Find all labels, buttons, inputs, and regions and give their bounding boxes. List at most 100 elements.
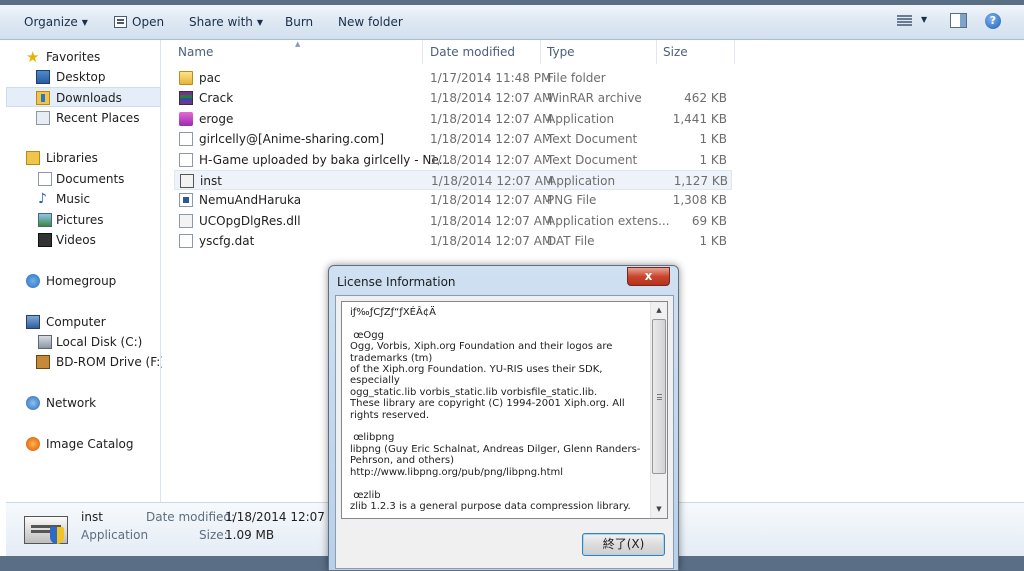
file-row-hovered[interactable]: inst 1/18/2014 12:07 AM Application 1,12… [174,170,732,190]
documents-icon [38,172,52,186]
file-date: 1/18/2014 12:07 AM [430,91,553,105]
organize-button[interactable]: Organize ▼ [24,13,88,31]
nav-downloads[interactable]: Downloads [6,87,161,107]
nav-desktop[interactable]: Desktop [6,67,161,87]
command-bar: Organize ▼ Open Share with ▼ Burn New fold… [0,0,1024,40]
homegroup-icon [26,274,40,288]
view-options-chevron-icon[interactable]: ▼ [921,15,927,24]
file-row[interactable]: pac 1/17/2014 11:48 PM File folder [174,68,732,88]
nav-image-catalog[interactable]: Image Catalog [6,434,161,454]
column-header-date-modified[interactable]: Date modified [430,42,515,62]
open-button[interactable]: Open [114,13,164,31]
nav-documents[interactable]: Documents [6,169,161,189]
image-catalog-icon [26,437,40,451]
file-type: Application [547,112,615,126]
burn-button[interactable]: Burn [285,13,313,31]
column-header-name[interactable]: Name [178,42,213,62]
column-header-size[interactable]: Size [663,42,688,62]
file-row[interactable]: Crack 1/18/2014 12:07 AM WinRAR archive … [174,88,732,108]
nav-network[interactable]: Network [6,393,161,413]
burn-label: Burn [285,15,314,29]
nav-bd-rom-drive[interactable]: BD-ROM Drive (F:) B [6,352,177,372]
nav-computer[interactable]: Computer [6,312,161,332]
application-icon [179,112,193,126]
scrollbar-thumb[interactable] [652,319,666,474]
nav-videos[interactable]: Videos [6,230,161,250]
file-date: 1/17/2014 11:48 PM [430,71,552,85]
nav-pictures[interactable]: Pictures [6,210,161,230]
nav-label: Videos [56,233,96,247]
nav-favorites[interactable]: ★ Favorites [6,47,161,67]
file-type: Text Document [547,132,638,146]
license-text: iƒ‰ƒCƒZƒ“ƒXÉÂ¢Ä œOgg Ogg, Vorbis, Xiph.o… [350,307,641,512]
bd-rom-drive-icon [36,355,50,369]
open-icon [114,16,127,28]
file-size: 1 KB [699,153,727,167]
chevron-down-icon: ▼ [256,18,264,27]
window-frame-top [0,0,1024,5]
folder-icon [179,71,193,85]
file-name: girlcelly@[Anime-sharing.com] [199,132,385,146]
details-date-label: Date modified: [146,510,236,524]
file-size: 1,441 KB [672,112,727,126]
nav-music[interactable]: ♪ Music [6,189,161,209]
license-textbox[interactable]: iƒ‰ƒCƒZƒ“ƒXÉÂ¢Ä œOgg Ogg, Vorbis, Xiph.o… [341,301,668,519]
nav-local-disk[interactable]: Local Disk (C:) [6,332,161,352]
change-view-icon[interactable] [897,15,912,27]
close-button[interactable]: x [627,267,670,286]
file-row[interactable]: eroge 1/18/2014 12:07 AM Application 1,4… [174,109,732,129]
file-row[interactable]: yscfg.dat 1/18/2014 12:07 AM DAT File 1 … [174,231,732,251]
dll-file-icon [179,214,193,228]
nav-label: Desktop [56,70,106,84]
nav-label: Music [56,192,91,206]
winrar-archive-icon [179,91,193,105]
file-type: Application [548,174,616,188]
nav-label: Documents [56,172,125,186]
file-date: 1/18/2014 12:07 AM [430,112,553,126]
dialog-body: iƒ‰ƒCƒZƒ“ƒXÉÂ¢Ä œOgg Ogg, Vorbis, Xiph.o… [335,295,674,569]
hard-disk-icon [38,335,52,349]
file-date: 1/18/2014 12:07 AM [430,132,553,146]
organize-label: Organize [24,15,78,29]
column-divider[interactable] [734,40,735,64]
file-date: 1/18/2014 12:07 AM [430,193,553,207]
details-file-name: inst [81,510,103,524]
scroll-down-arrow-icon[interactable]: ▼ [651,501,667,518]
sort-ascending-icon: ▲ [295,40,301,48]
details-size-label: Size: [199,528,228,542]
file-type: Application extens... [547,214,670,228]
column-divider[interactable] [656,40,657,64]
close-icon: x [644,269,653,283]
file-size: 1 KB [699,234,727,248]
column-header-type[interactable]: Type [547,42,575,62]
nav-recent-places[interactable]: Recent Places [6,108,161,128]
file-row[interactable]: UCOpgDlgRes.dll 1/18/2014 12:07 AM Appli… [174,211,732,231]
details-size-value: 1.09 MB [225,528,275,542]
license-dialog: License Information x iƒ‰ƒCƒZƒ“ƒXÉÂ¢Ä œO… [328,265,679,571]
file-name: pac [199,71,221,85]
column-divider[interactable] [422,40,423,64]
scroll-up-arrow-icon[interactable]: ▲ [651,302,667,319]
file-row[interactable]: H-Game uploaded by baka girlcelly - Ne..… [174,150,732,170]
column-divider[interactable] [540,40,541,64]
file-size: 1 KB [699,132,727,146]
nav-label: Local Disk (C:) [56,335,143,349]
vertical-scrollbar[interactable]: ▲ ▼ [650,302,667,518]
file-row[interactable]: NemuAndHaruka 1/18/2014 12:07 AM PNG Fil… [174,190,732,210]
share-with-label: Share with [189,15,253,29]
recent-places-icon [36,111,50,125]
share-with-button[interactable]: Share with ▼ [189,13,263,31]
nav-libraries[interactable]: Libraries [6,148,161,168]
nav-homegroup[interactable]: Homegroup [6,271,161,291]
file-size: 462 KB [684,91,727,105]
new-folder-button[interactable]: New folder [338,13,403,31]
nav-label: Downloads [56,91,122,105]
exit-button[interactable]: 終了(X) [582,533,665,556]
preview-pane-icon[interactable] [950,13,967,28]
videos-icon [38,233,52,247]
help-icon[interactable]: ? [985,13,1001,29]
file-name: NemuAndHaruka [199,193,302,207]
file-row[interactable]: girlcelly@[Anime-sharing.com] 1/18/2014 … [174,129,732,149]
details-file-type: Application [81,528,149,542]
file-date: 1/18/2014 12:07 AM [431,174,554,188]
